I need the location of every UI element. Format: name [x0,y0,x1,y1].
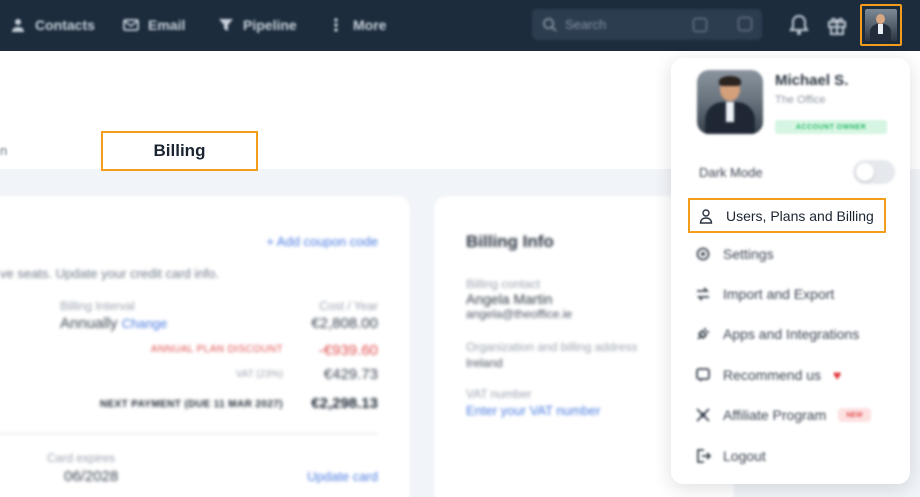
top-navigation-bar: Contacts Email Pipeline More [0,0,920,51]
billing-address-label: Organization and billing address [466,340,638,354]
mail-icon [123,19,139,31]
dark-mode-label: Dark Mode [699,165,763,180]
new-badge: NEW [838,408,871,422]
search-box[interactable] [532,9,762,40]
vat-label: VAT (23%) [235,369,283,380]
nav-contacts-label: Contacts [35,17,95,33]
billing-address-value: Ireland [466,356,503,370]
nav-more[interactable]: More [328,14,386,36]
menu-item-label: Recommend us [723,367,822,383]
billing-interval-label: Billing Interval [60,299,135,313]
billing-contact-name: Angela Martin [466,291,553,307]
keyboard-shortcut-icon [693,17,707,32]
plan-card: + Add coupon code ve seats. Update your … [0,196,410,497]
menu-item-logout[interactable]: Logout [689,441,894,471]
divider [0,433,378,434]
menu-item-affiliate-program[interactable]: Affiliate Program NEW [689,400,894,430]
search-filter-icon[interactable] [738,17,752,31]
nav-email[interactable]: Email [123,14,185,36]
menu-item-label: Import and Export [723,286,835,302]
billing-interval-value: Annually [60,315,118,332]
tab-billing[interactable]: Billing [101,131,258,171]
nav-contacts[interactable]: Contacts [10,14,95,36]
discount-value: -€939.60 [318,342,378,359]
menu-item-label: Apps and Integrations [723,326,860,342]
dark-mode-toggle[interactable] [853,160,895,184]
search-input[interactable] [565,17,685,32]
add-coupon-link[interactable]: + Add coupon code [266,234,378,249]
avatar [865,9,897,41]
next-payment-value: €2,298.13 [311,395,378,412]
arrows-icon [696,287,710,301]
vat-number-link[interactable]: Enter your VAT number [466,403,600,418]
billing-contact-email: angela@theoffice.ie [466,307,573,321]
bell-icon[interactable] [788,14,810,36]
user-icon [699,208,713,224]
nav-email-label: Email [148,17,186,33]
menu-item-import-export[interactable]: Import and Export [689,279,894,309]
next-payment-label: NEXT PAYMENT (DUE 11 MAR 2027) [99,399,283,410]
profile-organization: The Office [775,94,826,106]
vat-number-label: VAT number [466,387,532,401]
plan-description: ve seats. Update your credit card info. [0,266,219,281]
billing-info-title: Billing Info [466,232,554,251]
update-card-link[interactable]: Update card [307,469,378,484]
change-interval-link[interactable]: Change [122,316,168,331]
card-expires-value: 06/2028 [64,468,119,485]
menu-item-label: Affiliate Program [723,407,827,423]
menu-item-apps-integrations[interactable]: Apps and Integrations [689,319,894,349]
nav-pipeline-label: Pipeline [243,17,297,33]
role-badge: ACCOUNT OWNER [775,120,887,134]
gear-icon [696,247,710,261]
menu-item-label: Users, Plans and Billing [726,207,874,224]
profile-name: Michael S. [775,72,849,89]
profile-photo [697,70,763,134]
menu-item-label: Logout [723,448,766,464]
card-expires-label: Card expires [47,451,116,465]
more-vertical-icon [334,18,338,32]
user-menu-dropdown: Michael S. The Office ACCOUNT OWNER Dark… [671,58,910,484]
logout-icon [697,449,711,463]
tab-partial[interactable]: n [0,143,7,158]
menu-item-label: Settings [723,246,774,262]
cost-label: Cost / Year [319,299,378,313]
affiliate-icon [696,408,710,422]
megaphone-icon [696,368,710,382]
vat-value: €429.73 [323,366,378,383]
cost-value: €2,808.00 [311,315,378,332]
person-icon [12,19,24,32]
discount-label: ANNUAL PLAN DISCOUNT [150,344,283,355]
funnel-icon [219,19,233,31]
menu-item-users-plans-billing[interactable]: Users, Plans and Billing [688,198,886,233]
menu-item-recommend-us[interactable]: Recommend us ♥ [689,360,894,390]
heart-icon: ♥ [833,367,842,383]
billing-contact-label: Billing contact [466,277,541,291]
plug-icon [697,328,709,340]
gift-icon[interactable] [826,14,848,36]
search-icon [542,17,557,32]
nav-pipeline[interactable]: Pipeline [218,14,297,36]
user-avatar-button[interactable] [860,4,902,46]
billing-interval: Annually Change [60,315,167,332]
menu-item-settings[interactable]: Settings [689,239,894,269]
nav-more-label: More [353,17,387,33]
